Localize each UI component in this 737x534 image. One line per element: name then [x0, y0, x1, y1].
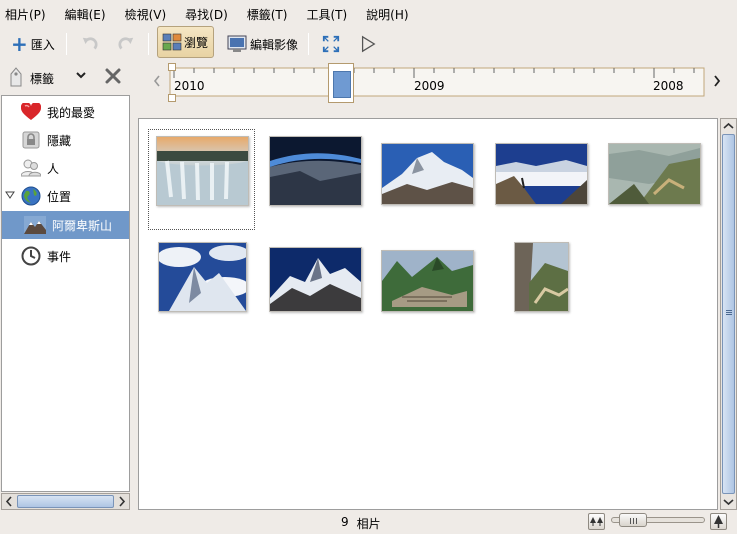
photo-thumbnail[interactable]: [381, 143, 474, 205]
browse-button[interactable]: 瀏覽: [157, 26, 214, 58]
sidebar-item-label: 阿爾卑斯山: [52, 218, 113, 233]
sidebar-item-label: 人: [47, 161, 60, 176]
sidebar-scroll-thumb[interactable]: [17, 495, 114, 508]
timeline-year-label: 2009: [414, 79, 445, 93]
rotate-left-icon: [82, 37, 98, 50]
timeline-year-label: 2010: [174, 79, 205, 93]
zoom-in-button[interactable]: [710, 513, 727, 530]
browse-icon: [162, 33, 182, 51]
people-icon: [21, 158, 41, 178]
mountain-thumb-icon: [24, 216, 46, 234]
timeline-range-end-handle[interactable]: [168, 94, 176, 102]
sidebar-item-label: 位置: [47, 189, 72, 204]
clear-tags-button[interactable]: [104, 67, 122, 88]
tag-bar: 標籤: [0, 62, 134, 94]
sidebar-item-places[interactable]: 位置: [2, 183, 129, 209]
menu-tags[interactable]: 標籤(T): [247, 6, 288, 23]
timeline-year-label: 2008: [653, 79, 684, 93]
sidebar-item-label: 我的最愛: [47, 105, 96, 120]
zoom-slider-thumb[interactable]: [619, 513, 647, 527]
fullscreen-icon: [322, 35, 340, 53]
photo-count-unit: 相片: [356, 517, 381, 531]
import-button[interactable]: + 匯入: [6, 29, 60, 59]
rotate-left-button[interactable]: [76, 29, 104, 59]
grid-vertical-scrollbar[interactable]: [720, 118, 737, 510]
slideshow-button[interactable]: [354, 29, 382, 59]
photo-thumbnail[interactable]: [269, 136, 362, 206]
toolbar-separator: [66, 33, 67, 55]
sidebar-horizontal-scrollbar[interactable]: [1, 493, 130, 510]
menu-photo[interactable]: 相片(P): [5, 6, 46, 23]
sidebar-item-favorites[interactable]: 我的最愛: [2, 99, 129, 125]
scroll-right-arrow-icon[interactable]: [115, 494, 129, 509]
timeline-range-start-handle[interactable]: [168, 63, 176, 71]
menu-find[interactable]: 尋找(D): [185, 6, 228, 23]
large-tree-icon: [714, 515, 723, 528]
photo-thumbnail[interactable]: [158, 242, 247, 312]
timeline-slider-handle[interactable]: [328, 63, 354, 103]
toolbar-separator: [148, 33, 149, 55]
timeline[interactable]: 2010 2009 2008: [143, 63, 737, 103]
fullscreen-button[interactable]: [317, 29, 345, 59]
photo-thumbnail[interactable]: [269, 247, 362, 312]
toolbar-separator: [308, 33, 309, 55]
photo-thumbnail[interactable]: [608, 143, 701, 205]
grid-scroll-thumb[interactable]: [722, 134, 735, 494]
photo-thumbnail[interactable]: [495, 143, 588, 205]
edit-image-label: 編輯影像: [250, 37, 299, 52]
menu-help[interactable]: 說明(H): [366, 6, 408, 23]
edit-image-icon: [227, 35, 247, 52]
scroll-up-arrow-icon[interactable]: [721, 119, 736, 133]
sidebar-item-label: 事件: [47, 249, 72, 264]
menu-edit[interactable]: 編輯(E): [65, 6, 106, 23]
clock-icon: [21, 246, 41, 266]
expander-down-icon[interactable]: [5, 189, 15, 203]
import-label: 匯入: [30, 37, 55, 52]
small-trees-icon: [590, 517, 603, 526]
tag-selector-label[interactable]: 標籤: [30, 70, 54, 87]
photo-count-value: 9: [341, 515, 349, 529]
menu-tools[interactable]: 工具(T): [306, 6, 347, 23]
sidebar-item-label: 隱藏: [47, 133, 72, 148]
sidebar-item-hidden[interactable]: 隱藏: [2, 127, 129, 153]
sidebar-item-events[interactable]: 事件: [2, 243, 129, 269]
status-bar: 9 相片: [0, 510, 737, 534]
zoom-out-button[interactable]: [588, 513, 605, 530]
tag-icon: [7, 66, 25, 91]
lock-icon: [21, 130, 41, 150]
rotate-right-button[interactable]: [112, 29, 140, 59]
sidebar-item-people[interactable]: 人: [2, 155, 129, 181]
timeline-next-icon[interactable]: [712, 74, 722, 91]
photo-count: 9 相片: [341, 515, 381, 532]
scroll-down-arrow-icon[interactable]: [721, 495, 736, 509]
photo-thumbnail[interactable]: [156, 136, 249, 206]
scroll-left-arrow-icon[interactable]: [2, 494, 16, 509]
menubar: 相片(P) 編輯(E) 檢視(V) 尋找(D) 標籤(T) 工具(T) 說明(H…: [0, 0, 737, 28]
close-icon: [105, 68, 121, 84]
photo-grid: [138, 118, 718, 510]
chevron-down-icon[interactable]: [75, 68, 87, 85]
rotate-right-icon: [118, 37, 134, 50]
photo-thumbnail[interactable]: [514, 242, 569, 312]
sidebar-item-alps[interactable]: 阿爾卑斯山: [2, 211, 129, 239]
sidebar: 我的最愛 隱藏 人 位置 阿爾卑斯山 事件: [1, 95, 130, 492]
browse-label: 瀏覽: [184, 35, 209, 50]
photo-thumbnail[interactable]: [381, 250, 474, 312]
edit-image-button[interactable]: 編輯影像: [222, 29, 303, 59]
heart-icon: [21, 102, 41, 122]
globe-icon: [21, 186, 41, 206]
timeline-prev-icon[interactable]: [152, 74, 162, 91]
play-icon: [361, 35, 376, 53]
menu-view[interactable]: 檢視(V): [125, 6, 167, 23]
plus-icon: +: [11, 32, 28, 56]
toolbar: + 匯入 瀏覽 編輯影像: [0, 26, 737, 60]
